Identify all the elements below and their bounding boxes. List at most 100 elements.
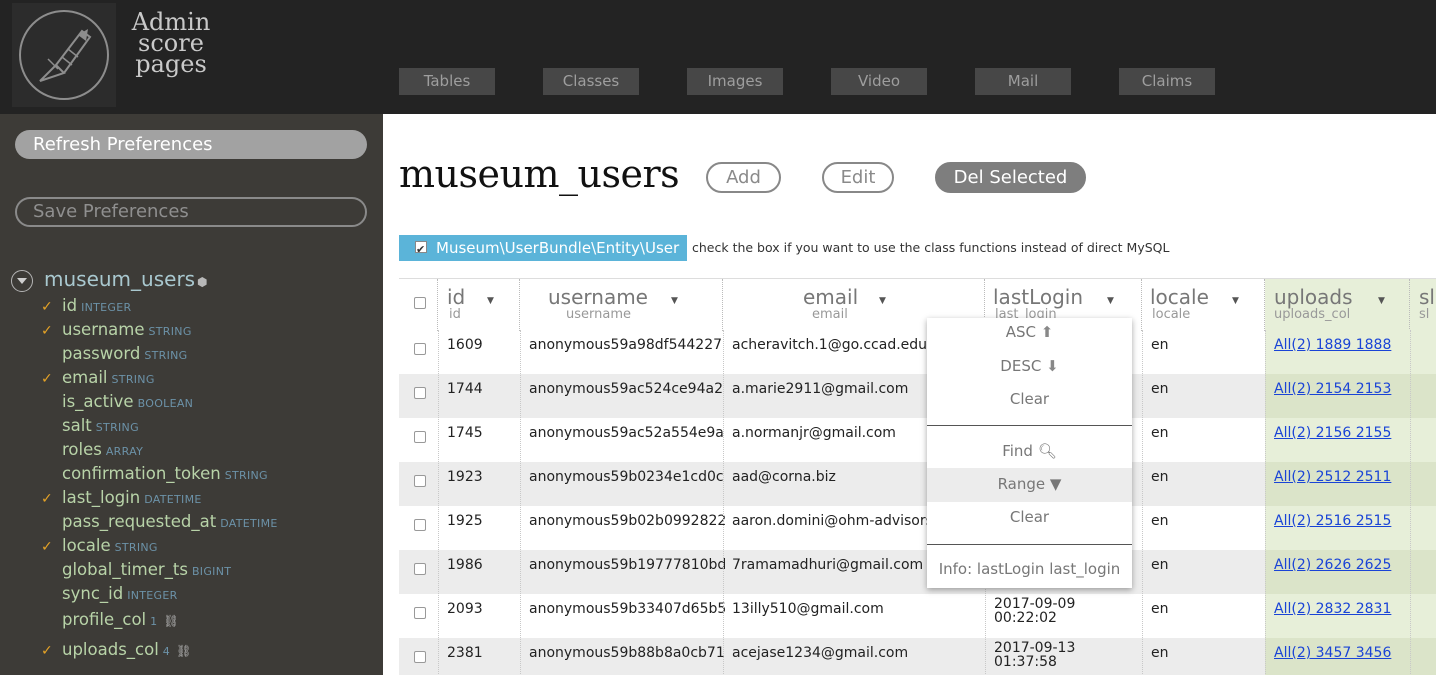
field-type: DATETIME: [220, 517, 278, 530]
app-title: Admin score pages: [126, 10, 216, 76]
sort-desc-option[interactable]: DESC ⬇: [927, 357, 1132, 375]
uploads-link[interactable]: All(2) 2516 2515: [1274, 513, 1391, 529]
sidebar-field-confirmation_token[interactable]: confirmation_token STRING: [62, 464, 268, 483]
use-class-checkbox[interactable]: [415, 237, 427, 263]
cell-id: 1745: [447, 425, 483, 441]
field-type: STRING: [95, 421, 139, 434]
menu-divider: [927, 544, 1132, 545]
row-checkbox[interactable]: [414, 343, 426, 355]
cell-uploads: All(2) 2154 2153: [1265, 374, 1410, 418]
table-row[interactable]: 1745 anonymous59ac52a554e9a a.normanjr@gma…: [399, 418, 1436, 462]
table-row[interactable]: 1925 anonymous59b02b0992822 aaron.domini@o…: [399, 506, 1436, 550]
sidebar-field-salt[interactable]: salt STRING: [62, 416, 139, 435]
sidebar: Refresh Preferences Save Preferences mus…: [0, 114, 383, 675]
cell-id: 2093: [447, 601, 483, 617]
table-row[interactable]: 1986 anonymous59b19777810bd 7ramamadhuri@g…: [399, 550, 1436, 594]
select-all-checkbox[interactable]: [414, 297, 426, 309]
uploads-link[interactable]: All(2) 1889 1888: [1274, 337, 1391, 353]
range-option[interactable]: Range ▼: [927, 468, 1132, 502]
cell-sl: [1410, 594, 1436, 638]
sidebar-field-pass_requested_at[interactable]: pass_requested_at DATETIME: [62, 512, 278, 531]
table-row[interactable]: 2381 anonymous59b88b8a0cb71 acejase1234@gm…: [399, 638, 1436, 675]
row-checkbox[interactable]: [414, 563, 426, 575]
entity-tree-title[interactable]: museum_users: [44, 267, 195, 291]
find-label: Find: [1002, 442, 1033, 460]
sidebar-field-email[interactable]: email STRING: [62, 368, 155, 387]
sidebar-field-locale[interactable]: locale STRING: [62, 536, 158, 555]
row-checkbox[interactable]: [414, 431, 426, 443]
nav-tables[interactable]: Tables: [399, 68, 495, 95]
row-checkbox[interactable]: [414, 519, 426, 531]
relation-link-icon: ⛓: [176, 644, 192, 658]
del-selected-button[interactable]: Del Selected: [935, 162, 1086, 193]
sidebar-field-sync_id[interactable]: sync_id INTEGER: [62, 584, 178, 603]
use-class-toggle[interactable]: Museum\UserBundle\Entity\User: [399, 235, 687, 263]
caret-down-icon[interactable]: ▼: [879, 296, 886, 306]
column-title: uploads: [1274, 285, 1353, 309]
uploads-link[interactable]: All(2) 2154 2153: [1274, 381, 1391, 397]
caret-down-icon[interactable]: ▼: [1232, 296, 1239, 306]
field-type: STRING: [224, 469, 268, 482]
column-header-sl[interactable]: sl sl: [1410, 279, 1436, 331]
uploads-link[interactable]: All(2) 3457 3456: [1274, 645, 1391, 661]
uploads-link[interactable]: All(2) 2156 2155: [1274, 425, 1391, 441]
field-type: BIGINT: [191, 565, 232, 578]
sidebar-field-uploads_col[interactable]: uploads_col 4 ⛓: [62, 640, 191, 659]
column-title: sl: [1419, 285, 1435, 309]
nav-images[interactable]: Images: [687, 68, 783, 95]
field-name: last_login: [62, 488, 141, 507]
sidebar-field-id[interactable]: id INTEGER: [62, 296, 131, 315]
row-checkbox[interactable]: [414, 607, 426, 619]
cell-uploads: All(2) 2156 2155: [1265, 418, 1410, 462]
sidebar-field-last_login[interactable]: last_login DATETIME: [62, 488, 202, 507]
sidebar-field-password[interactable]: password STRING: [62, 344, 188, 363]
column-subtitle: id: [449, 307, 461, 322]
nav-classes[interactable]: Classes: [543, 68, 639, 95]
refresh-preferences-button[interactable]: Refresh Preferences: [15, 130, 367, 159]
table-row[interactable]: 1609 anonymous59a98df544227 acheravitch.1@…: [399, 330, 1436, 374]
clear-filter-option[interactable]: Clear: [927, 508, 1132, 526]
caret-down-icon[interactable]: ▼: [1378, 296, 1385, 306]
row-checkbox[interactable]: [414, 475, 426, 487]
uploads-link[interactable]: All(2) 2512 2511: [1274, 469, 1391, 485]
cell-username: anonymous59b0234e1cd0c: [529, 469, 724, 485]
clear-sort-option[interactable]: Clear: [927, 390, 1132, 408]
sidebar-field-global_timer_ts[interactable]: global_timer_ts BIGINT: [62, 560, 231, 579]
sidebar-field-roles[interactable]: roles ARRAY: [62, 440, 143, 459]
nav-video[interactable]: Video: [831, 68, 927, 95]
uploads-link[interactable]: All(2) 2832 2831: [1274, 601, 1391, 617]
field-name: uploads_col: [62, 640, 159, 659]
field-type: STRING: [148, 325, 192, 338]
caret-down-icon[interactable]: ▼: [487, 296, 494, 306]
nav-mail[interactable]: Mail: [975, 68, 1071, 95]
sort-asc-option[interactable]: ASC ⬆: [927, 323, 1132, 341]
edit-button[interactable]: Edit: [822, 162, 894, 193]
find-option[interactable]: Find 🔍︎: [927, 442, 1132, 460]
brush-logo-icon: [19, 10, 109, 100]
table-row[interactable]: 1744 anonymous59ac524ce94a2 a.marie2911@gm…: [399, 374, 1436, 418]
sidebar-field-profile_col[interactable]: profile_col 1 ⛓: [62, 610, 179, 629]
table-row[interactable]: 2093 anonymous59b33407d65b5 13illy510@gmai…: [399, 594, 1436, 638]
nav-claims[interactable]: Claims: [1119, 68, 1215, 95]
collapse-toggle-icon[interactable]: [11, 270, 33, 292]
column-title: username: [548, 285, 648, 309]
range-label: Range: [997, 475, 1046, 493]
save-preferences-button[interactable]: Save Preferences: [15, 197, 367, 227]
caret-down-icon[interactable]: ▼: [671, 296, 678, 306]
column-header-locale[interactable]: locale locale ▼: [1142, 279, 1265, 331]
cell-sl: [1410, 638, 1436, 675]
uploads-link[interactable]: All(2) 2626 2625: [1274, 557, 1391, 573]
sidebar-field-is_active[interactable]: is_active BOOLEAN: [62, 392, 193, 411]
sidebar-field-username[interactable]: username STRING: [62, 320, 192, 339]
field-name: salt: [62, 416, 92, 435]
add-button[interactable]: Add: [706, 162, 781, 193]
cell-uploads: All(2) 2516 2515: [1265, 506, 1410, 550]
row-checkbox[interactable]: [414, 651, 426, 663]
caret-down-icon[interactable]: ▼: [1107, 296, 1114, 306]
table-row[interactable]: 1923 anonymous59b0234e1cd0c aad@corna.biz e…: [399, 462, 1436, 506]
column-header-username[interactable]: username username ▼: [520, 279, 723, 331]
logo[interactable]: [12, 3, 116, 107]
column-header-id[interactable]: id id ▼: [438, 279, 520, 331]
column-header-uploads[interactable]: uploads uploads_col ▼: [1265, 279, 1410, 331]
row-checkbox[interactable]: [414, 387, 426, 399]
